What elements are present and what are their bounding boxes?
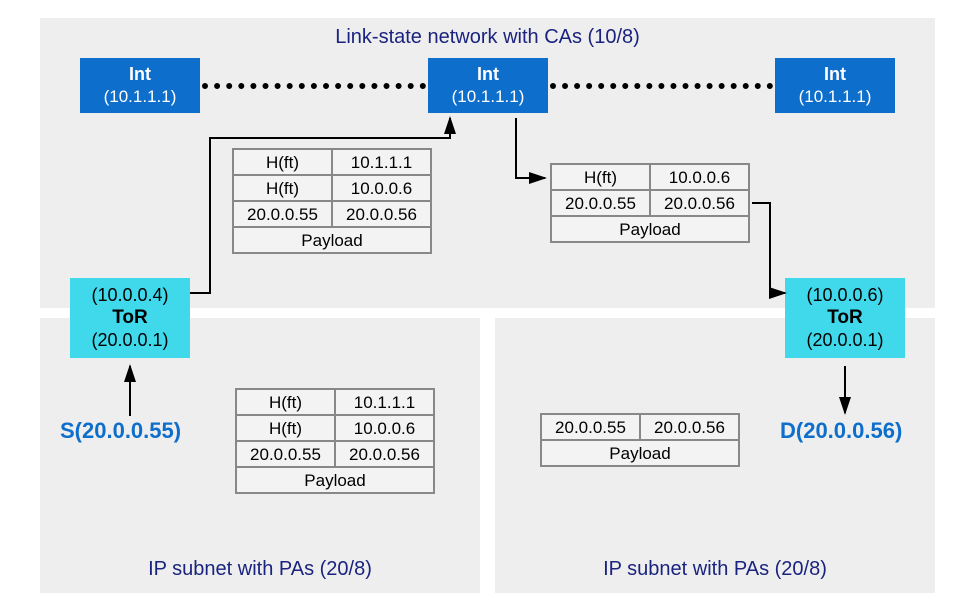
pkt-payload: Payload bbox=[236, 467, 434, 493]
packet-table-top-left: H(ft)10.1.1.1 H(ft)10.0.0.6 20.0.0.5520.… bbox=[232, 148, 432, 254]
pkt-cell: 20.0.0.55 bbox=[233, 201, 332, 227]
int-ip: (10.1.1.1) bbox=[80, 87, 200, 107]
title-subnet-right: IP subnet with PAs (20/8) bbox=[495, 558, 935, 581]
int-node-right: Int (10.1.1.1) bbox=[775, 58, 895, 113]
tor-top-ip: (10.0.0.6) bbox=[785, 285, 905, 306]
packet-table-bottom-right: 20.0.0.5520.0.0.56 Payload bbox=[540, 413, 740, 467]
pkt-cell: 20.0.0.56 bbox=[332, 201, 431, 227]
pkt-cell: 10.0.0.6 bbox=[332, 175, 431, 201]
pkt-cell: H(ft) bbox=[236, 415, 335, 441]
tor-bottom-ip: (20.0.0.1) bbox=[785, 330, 905, 351]
tor-node-left: (10.0.0.4) ToR (20.0.0.1) bbox=[70, 278, 190, 358]
pkt-cell: 20.0.0.55 bbox=[551, 190, 650, 216]
pkt-cell: H(ft) bbox=[233, 175, 332, 201]
pkt-cell: 20.0.0.56 bbox=[640, 414, 739, 440]
title-link-state: Link-state network with CAs (10/8) bbox=[40, 26, 935, 49]
tor-label: ToR bbox=[785, 307, 905, 329]
pkt-cell: 10.1.1.1 bbox=[335, 389, 434, 415]
diagram-canvas: Link-state network with CAs (10/8) IP su… bbox=[40, 18, 935, 593]
pkt-cell: 20.0.0.55 bbox=[541, 414, 640, 440]
pkt-cell: 20.0.0.56 bbox=[650, 190, 749, 216]
tor-top-ip: (10.0.0.4) bbox=[70, 285, 190, 306]
pkt-payload: Payload bbox=[541, 440, 739, 466]
dotted-link-left bbox=[202, 83, 426, 89]
pkt-payload: Payload bbox=[233, 227, 431, 253]
packet-table-bottom-left: H(ft)10.1.1.1 H(ft)10.0.0.6 20.0.0.5520.… bbox=[235, 388, 435, 494]
int-node-mid: Int (10.1.1.1) bbox=[428, 58, 548, 113]
pkt-cell: 20.0.0.56 bbox=[335, 441, 434, 467]
int-node-left: Int (10.1.1.1) bbox=[80, 58, 200, 113]
pkt-cell: 10.1.1.1 bbox=[332, 149, 431, 175]
int-label: Int bbox=[775, 64, 895, 85]
int-ip: (10.1.1.1) bbox=[775, 87, 895, 107]
tor-bottom-ip: (20.0.0.1) bbox=[70, 330, 190, 351]
endpoint-dest: D(20.0.0.56) bbox=[780, 418, 902, 444]
tor-label: ToR bbox=[70, 307, 190, 329]
dotted-link-right bbox=[550, 83, 773, 89]
tor-node-right: (10.0.0.6) ToR (20.0.0.1) bbox=[785, 278, 905, 358]
endpoint-source: S(20.0.0.55) bbox=[60, 418, 181, 444]
int-label: Int bbox=[80, 64, 200, 85]
pkt-cell: 10.0.0.6 bbox=[335, 415, 434, 441]
pkt-payload: Payload bbox=[551, 216, 749, 242]
pkt-cell: 10.0.0.6 bbox=[650, 164, 749, 190]
title-subnet-left: IP subnet with PAs (20/8) bbox=[40, 558, 480, 581]
pkt-cell: 20.0.0.55 bbox=[236, 441, 335, 467]
packet-table-top-right: H(ft)10.0.0.6 20.0.0.5520.0.0.56 Payload bbox=[550, 163, 750, 243]
int-label: Int bbox=[428, 64, 548, 85]
int-ip: (10.1.1.1) bbox=[428, 87, 548, 107]
pkt-cell: H(ft) bbox=[233, 149, 332, 175]
pkt-cell: H(ft) bbox=[236, 389, 335, 415]
pkt-cell: H(ft) bbox=[551, 164, 650, 190]
